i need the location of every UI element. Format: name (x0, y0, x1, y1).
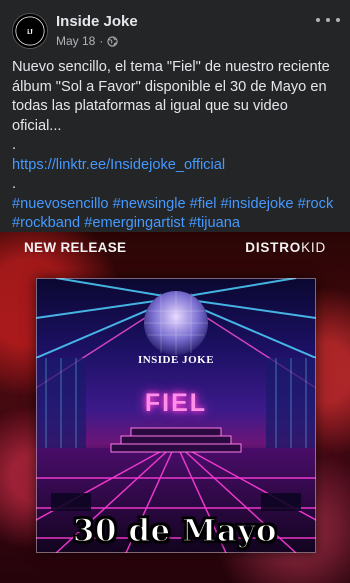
post-hashtags[interactable]: #nuevosencillo #newsingle #fiel #insidej… (12, 195, 340, 234)
post-header: iJ Inside Joke May 18 · (0, 0, 350, 56)
inside-joke-logo: iJ (13, 14, 47, 48)
distrokid-logo: DISTROKID (245, 240, 326, 255)
distro-text: DISTRO (245, 240, 302, 255)
post-image[interactable]: NEW RELEASE DISTROKID INSIDE JOKE FIEL 3… (0, 232, 350, 583)
globe-icon (107, 35, 118, 47)
caption-dot: . (12, 176, 17, 192)
new-release-label: NEW RELEASE (24, 240, 127, 255)
page-name[interactable]: Inside Joke (56, 13, 138, 30)
post-date[interactable]: May 18 (56, 34, 95, 48)
post-caption: Nuevo sencillo, el tema "Fiel" de nuestr… (12, 59, 330, 134)
page-avatar[interactable]: iJ (12, 13, 48, 49)
post-body: Nuevo sencillo, el tema "Fiel" de nuestr… (12, 58, 340, 234)
meta-separator: · (99, 34, 104, 48)
album-art-title: FIEL (144, 389, 208, 417)
release-date-overlay: 30 de Mayo (72, 512, 278, 549)
caption-dot: . (12, 137, 17, 153)
svg-text:iJ: iJ (27, 27, 33, 36)
post-link[interactable]: https://linktr.ee/Insidejoke_official (12, 157, 225, 173)
album-art-band-name: INSIDE JOKE (137, 354, 215, 366)
more-options-icon[interactable] (316, 12, 340, 28)
post-meta: May 18 · (56, 34, 118, 48)
kid-text: KID (301, 240, 326, 255)
album-art: INSIDE JOKE FIEL (36, 278, 316, 553)
